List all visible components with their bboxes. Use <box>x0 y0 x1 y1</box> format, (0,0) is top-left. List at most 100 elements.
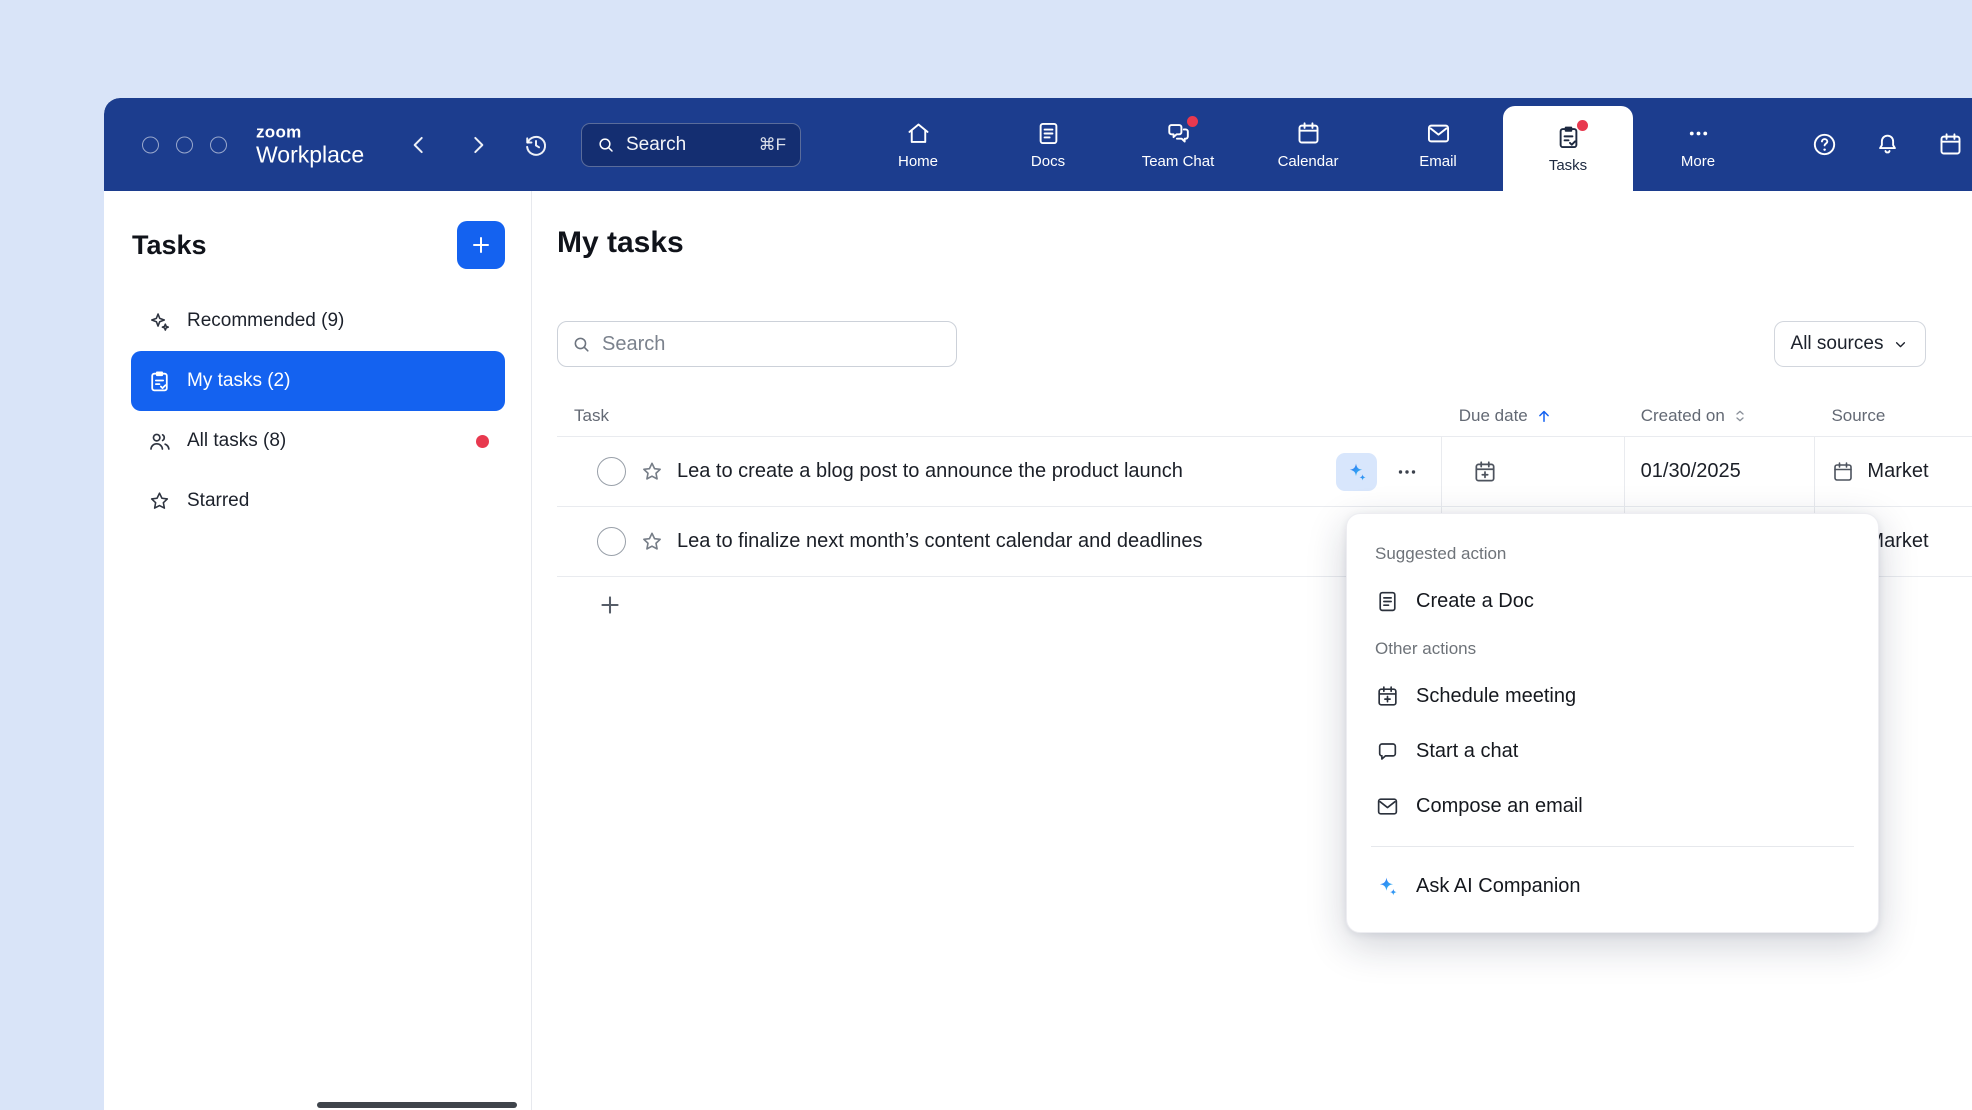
sidebar-item-my-tasks[interactable]: My tasks (2) <box>131 351 505 411</box>
menu-item-start-chat[interactable]: Start a chat <box>1347 724 1878 779</box>
nav-item-calendar[interactable]: Calendar <box>1243 98 1373 191</box>
row-actions <box>1336 453 1441 491</box>
column-header-created-on[interactable]: Created on <box>1625 406 1816 426</box>
column-header-task[interactable]: Task <box>557 406 1443 426</box>
add-due-date-icon[interactable] <box>1472 459 1498 485</box>
menu-item-label: Schedule meeting <box>1416 685 1576 708</box>
help-icon <box>1811 131 1838 158</box>
created-on-cell: 01/30/2025 <box>1625 437 1816 506</box>
column-header-due-date[interactable]: Due date <box>1443 406 1625 426</box>
toolbar: All sources <box>557 321 1972 367</box>
clipboard-check-icon <box>147 369 172 394</box>
bell-icon <box>1874 131 1901 158</box>
nav-item-tasks[interactable]: Tasks <box>1503 106 1633 191</box>
sidebar-item-starred[interactable]: Starred <box>131 471 505 531</box>
zoom-workplace-logo: zoom Workplace <box>256 123 364 166</box>
ai-companion-button[interactable] <box>1336 453 1377 491</box>
docs-icon <box>1035 120 1062 147</box>
sidebar-title: Tasks <box>132 230 207 261</box>
ellipsis-icon <box>1395 460 1419 484</box>
chevron-down-icon <box>1892 336 1909 353</box>
schedule-button[interactable] <box>1937 131 1964 158</box>
plus-icon <box>597 592 623 618</box>
window-control-circle[interactable] <box>210 136 227 153</box>
nav-item-more[interactable]: More <box>1633 98 1763 191</box>
created-on-date: 01/30/2025 <box>1641 460 1741 483</box>
nav-label: Team Chat <box>1142 153 1215 170</box>
ai-sparkle-icon <box>1345 460 1369 484</box>
menu-item-compose-email[interactable]: Compose an email <box>1347 779 1878 834</box>
window-control-circle[interactable] <box>176 136 193 153</box>
menu-divider <box>1371 846 1854 847</box>
nav-label: Email <box>1419 153 1457 170</box>
add-task-button[interactable] <box>457 221 505 269</box>
sources-filter-label: All sources <box>1791 333 1884 355</box>
notification-dot <box>1187 116 1198 127</box>
task-search-input[interactable] <box>602 333 943 356</box>
email-icon <box>1375 794 1400 819</box>
due-date-cell[interactable] <box>1442 437 1624 506</box>
chevron-left-icon <box>406 132 432 158</box>
search-icon <box>596 135 616 155</box>
star-icon[interactable] <box>639 529 665 555</box>
people-icon <box>147 429 172 454</box>
nav-label: Tasks <box>1549 157 1587 174</box>
sort-ascending-icon[interactable] <box>1535 407 1553 425</box>
global-search-field[interactable]: Search ⌘F <box>581 123 801 167</box>
menu-item-create-doc[interactable]: Create a Doc <box>1347 574 1878 629</box>
task-cell: Lea to create a blog post to announce th… <box>557 437 1442 506</box>
task-action-menu: Suggested action Create a Doc Other acti… <box>1346 513 1879 933</box>
task-search-field[interactable] <box>557 321 957 367</box>
table-row[interactable]: Lea to create a blog post to announce th… <box>557 437 1972 507</box>
chevron-right-icon <box>465 132 491 158</box>
nav-item-email[interactable]: Email <box>1373 98 1503 191</box>
sidebar-list: Recommended (9) My tasks (2) All tasks (… <box>131 291 505 531</box>
nav-label: Calendar <box>1278 153 1339 170</box>
star-icon[interactable] <box>639 459 665 485</box>
sidebar-item-label: My tasks (2) <box>187 370 290 392</box>
menu-item-label: Compose an email <box>1416 795 1583 818</box>
notifications-button[interactable] <box>1874 131 1901 158</box>
help-button[interactable] <box>1811 131 1838 158</box>
sidebar-item-recommended[interactable]: Recommended (9) <box>131 291 505 351</box>
menu-item-label: Create a Doc <box>1416 590 1534 613</box>
sidebar-item-all-tasks[interactable]: All tasks (8) <box>131 411 505 471</box>
ai-sparkle-icon <box>1375 874 1400 899</box>
search-shortcut: ⌘F <box>759 135 786 155</box>
history-icon <box>522 131 550 159</box>
zoom-logo-text: zoom <box>256 123 364 140</box>
sort-toggle-icon[interactable] <box>1732 408 1748 424</box>
sidebar-header: Tasks <box>104 221 531 269</box>
notification-dot <box>1577 120 1588 131</box>
menu-item-ask-ai-companion[interactable]: Ask AI Companion <box>1347 859 1878 914</box>
window-controls[interactable] <box>142 136 227 153</box>
source-label: Market <box>1867 460 1928 483</box>
menu-item-label: Start a chat <box>1416 740 1518 763</box>
nav-label: More <box>1681 153 1715 170</box>
nav-item-home[interactable]: Home <box>853 98 983 191</box>
forward-button[interactable] <box>465 132 491 158</box>
calendar-icon <box>1937 131 1964 158</box>
table-header: Task Due date Created on Source <box>557 396 1972 437</box>
menu-section-label: Other actions <box>1347 629 1878 669</box>
nav-item-team-chat[interactable]: Team Chat <box>1113 98 1243 191</box>
menu-item-schedule-meeting[interactable]: Schedule meeting <box>1347 669 1878 724</box>
sources-filter-dropdown[interactable]: All sources <box>1774 321 1926 367</box>
nav-item-docs[interactable]: Docs <box>983 98 1113 191</box>
complete-task-checkbox[interactable] <box>597 527 626 556</box>
horizontal-scrollbar-thumb[interactable] <box>317 1102 517 1108</box>
source-cell[interactable]: Market <box>1815 437 1972 506</box>
column-header-source[interactable]: Source <box>1815 406 1972 426</box>
sidebar-item-label: Starred <box>187 490 249 512</box>
sidebar-item-label: All tasks (8) <box>187 430 286 452</box>
history-button[interactable] <box>522 131 550 159</box>
nav-label: Home <box>898 153 938 170</box>
window-control-circle[interactable] <box>142 136 159 153</box>
more-icon <box>1685 120 1712 147</box>
email-icon <box>1425 120 1452 147</box>
back-button[interactable] <box>406 132 432 158</box>
sidebar: Tasks Recommended (9) My tasks (2) <box>104 191 532 1110</box>
complete-task-checkbox[interactable] <box>597 457 626 486</box>
row-more-button[interactable] <box>1391 456 1423 488</box>
nav-label: Docs <box>1031 153 1065 170</box>
